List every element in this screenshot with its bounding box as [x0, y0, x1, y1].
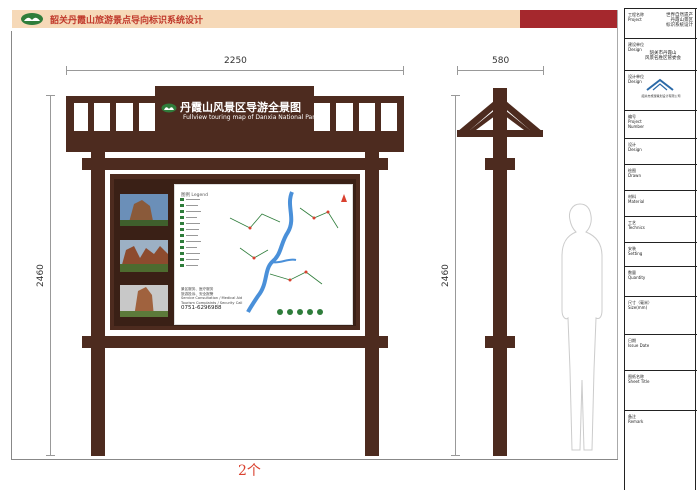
tb-size-label: 尺寸（毫米） Size(mm) — [628, 300, 652, 310]
tb-row-sheet: 图纸名称 Sheet Title — [625, 370, 697, 410]
design-firm-name: 韶关市旅游策划设计有限公司 — [641, 94, 681, 98]
tb-date-label: 日期 Issue Date — [628, 338, 650, 348]
tb-design2-label: 设计 Design — [628, 142, 642, 152]
tb-technics-label: 工艺 Technics — [628, 220, 645, 230]
tb-row-drawn: 绘图 Drawn — [625, 164, 697, 190]
tb-project-label: 工程名称 Project — [628, 12, 644, 22]
tb-row-quantity: 数量 Quantity — [625, 266, 697, 296]
tb-row-number: 编号 Project Number — [625, 110, 697, 138]
tb-drawn-label: 绘图 Drawn — [628, 168, 641, 178]
human-scale-silhouette — [561, 203, 603, 451]
quantity-note: 2个 — [238, 463, 261, 479]
tb-client-value: 韶关市丹霞山 风景名胜区管委会 — [645, 51, 681, 61]
tb-quantity-label: 数量 Quantity — [628, 270, 646, 280]
tb-row-remark: 备注 Remark — [625, 410, 697, 490]
tb-project-value: 世界自然遗产 丹霞山景区 标识系统设计 — [666, 13, 693, 28]
tb-material-label: 材料 Material — [628, 194, 645, 204]
tb-number-label: 编号 Project Number — [628, 114, 645, 129]
tb-design-label: 设计单位 Design — [628, 74, 644, 84]
tb-setting-label: 安装 Setting — [628, 246, 643, 256]
tb-row-material: 材料 Material — [625, 190, 697, 216]
tb-row-setting: 安装 Setting — [625, 242, 697, 266]
tb-remark-label: 备注 Remark — [628, 414, 644, 424]
tb-row-technics: 工艺 Technics — [625, 216, 697, 242]
tb-sheet-label: 图纸名称 Sheet Title — [628, 374, 650, 384]
design-firm-logo-icon — [646, 78, 674, 91]
tb-row-project: 工程名称 Project 世界自然遗产 丹霞山景区 标识系统设计 — [625, 8, 697, 38]
tb-row-date: 日期 Issue Date — [625, 334, 697, 370]
tb-row-size: 尺寸（毫米） Size(mm) — [625, 296, 697, 334]
tb-row-design: 设计 Design — [625, 138, 697, 164]
tb-row-client: 建设单位 Design 韶关市丹霞山 风景名胜区管委会 — [625, 38, 697, 70]
drawing-sheet: 韶关丹霞山旅游景点导向标识系统设计 2250 580 2460 2460 丹霞山… — [0, 0, 700, 495]
